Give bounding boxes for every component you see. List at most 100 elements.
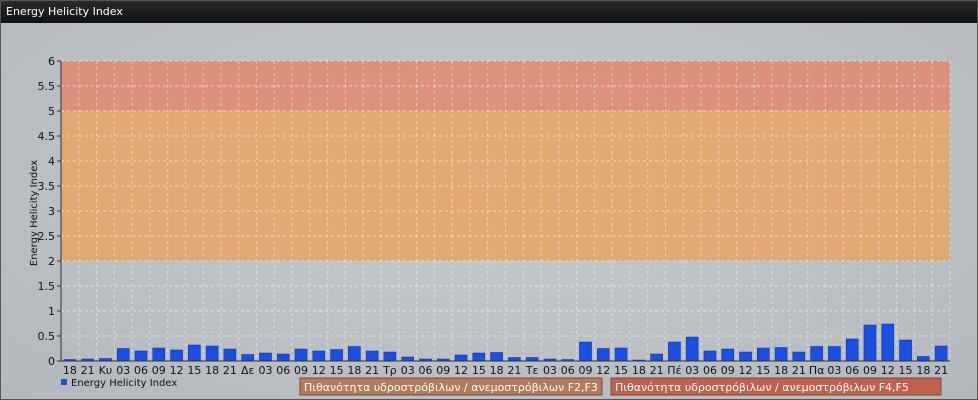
bar: [152, 347, 166, 362]
x-tick-label: Πέ: [667, 364, 681, 377]
x-tick-label: 06: [134, 364, 148, 377]
y-tick-label: 4.5: [38, 130, 56, 143]
x-tick-label: 21: [507, 364, 521, 377]
bar: [845, 338, 859, 362]
bar: [899, 339, 912, 362]
x-tick-label: 06: [418, 364, 432, 377]
x-tick-label: 15: [614, 364, 628, 377]
x-tick-label: Τρ: [382, 364, 397, 377]
x-tick-label: 21: [792, 364, 806, 377]
y-tick-label: 1: [48, 305, 55, 318]
bar: [650, 353, 663, 362]
bar: [739, 351, 752, 362]
bar: [614, 347, 628, 362]
y-tick-label: 1.5: [38, 280, 56, 293]
y-axis-label: Energy Helicity Index: [29, 160, 40, 266]
x-tick-label: 03: [685, 364, 699, 377]
x-tick-label: Πα: [809, 364, 825, 377]
x-tick-label: 21: [934, 364, 948, 377]
y-tick-label: 3: [48, 205, 55, 218]
x-tick-label: 06: [845, 364, 859, 377]
bar: [134, 350, 148, 362]
x-tick-label: 21: [650, 364, 664, 377]
bar: [579, 341, 592, 362]
chart-area: 0 0.5 1 1.5 2 2.5 3 3.5 4 4.5 5 5.5 6 18 21 Κυ 03 06 09 12 1…: [1, 23, 977, 399]
x-tick-label: 15: [187, 364, 201, 377]
energy-helicity-chart: 00.511.522.533.544.555.5618 21 Κυ 03 06 09 12 1…: [29, 55, 951, 396]
bar: [294, 348, 308, 362]
y-tick-label: 5: [48, 105, 55, 118]
x-tick-label: 09: [294, 364, 308, 377]
x-tick-label: 21: [365, 364, 379, 377]
x-tick-label: 12: [170, 364, 184, 377]
bar: [881, 323, 895, 362]
bar: [241, 354, 254, 362]
x-tick-label: 18: [347, 364, 361, 377]
bar: [934, 345, 948, 362]
y-tick-label: 3.5: [38, 180, 56, 193]
y-tick-label: 0: [48, 355, 55, 368]
legend: Energy Helicity Index: [61, 378, 177, 389]
bar: [917, 356, 930, 362]
x-tick-label: 06: [703, 364, 717, 377]
x-tick-label: 15: [756, 364, 770, 377]
bar: [170, 349, 183, 362]
x-tick-label: 06: [276, 364, 290, 377]
bar: [525, 357, 539, 362]
bar: [490, 352, 503, 362]
x-tick-label: 09: [721, 364, 735, 377]
bar: [757, 347, 770, 362]
x-tick-label: 12: [596, 364, 610, 377]
x-tick-label: 18: [916, 364, 930, 377]
bar: [508, 357, 521, 362]
x-tick-label: 03: [258, 364, 272, 377]
legend-swatch: [61, 379, 67, 385]
bar: [330, 349, 343, 362]
legend-label: Energy Helicity Index: [71, 378, 177, 389]
bar: [259, 352, 272, 362]
chart-window: Energy Helicity Index 0 0.5 1 1.5 2 2.5 3 3.5 4 4…: [0, 0, 978, 400]
badge-f2-f3: Πιθανότητα υδροστρόβιλων / ανεμοστρόβιλω…: [299, 377, 603, 396]
bar: [792, 351, 806, 362]
bar: [685, 336, 699, 362]
x-tick-label: 15: [899, 364, 913, 377]
x-tick-label: 12: [881, 364, 895, 377]
x-tick-label: Κυ: [99, 364, 113, 377]
x-tick-label: 12: [312, 364, 326, 377]
x-tick-label: 06: [561, 364, 575, 377]
bar: [454, 354, 468, 362]
x-tick-label: 21: [81, 364, 95, 377]
badge-f4-f5: Πιθανότητα υδροστρόβιλων / ανεμοστρόβιλω…: [610, 377, 942, 396]
bar: [774, 347, 788, 362]
bar: [810, 346, 823, 362]
x-tick-label: Δε: [241, 364, 255, 377]
bar: [348, 346, 361, 362]
x-tick-label: 03: [827, 364, 841, 377]
bar: [312, 350, 326, 362]
x-tick-label: 15: [330, 364, 344, 377]
x-tick-label: 18: [205, 364, 219, 377]
y-tick-label: 0.5: [38, 330, 56, 343]
y-tick-label: 2: [48, 255, 55, 268]
x-tick-label: 15: [472, 364, 486, 377]
x-tick-label: 09: [436, 364, 450, 377]
y-tick-label: 4: [48, 155, 55, 168]
bar: [383, 351, 397, 362]
bar: [596, 348, 610, 362]
x-tick-label: 12: [739, 364, 753, 377]
x-tick-label: 18: [490, 364, 504, 377]
x-tick-label: 09: [579, 364, 593, 377]
y-tick-label: 5.5: [38, 80, 56, 93]
bar: [116, 348, 130, 362]
badge-f2-f3-label: Πιθανότητα υδροστρόβιλων / ανεμοστρόβιλω…: [304, 381, 598, 394]
y-tick-label: 2.5: [38, 230, 56, 243]
x-tick-label: Τε: [525, 364, 539, 377]
badge-f4-f5-label: Πιθανότητα υδροστρόβιλων / ανεμοστρόβιλω…: [615, 381, 909, 394]
x-tick-label: 12: [454, 364, 468, 377]
bar: [668, 341, 681, 362]
x-tick-label: 18: [774, 364, 788, 377]
bar: [721, 348, 735, 362]
x-tick-label: 03: [401, 364, 415, 377]
bar: [205, 345, 219, 362]
bar: [276, 353, 290, 362]
